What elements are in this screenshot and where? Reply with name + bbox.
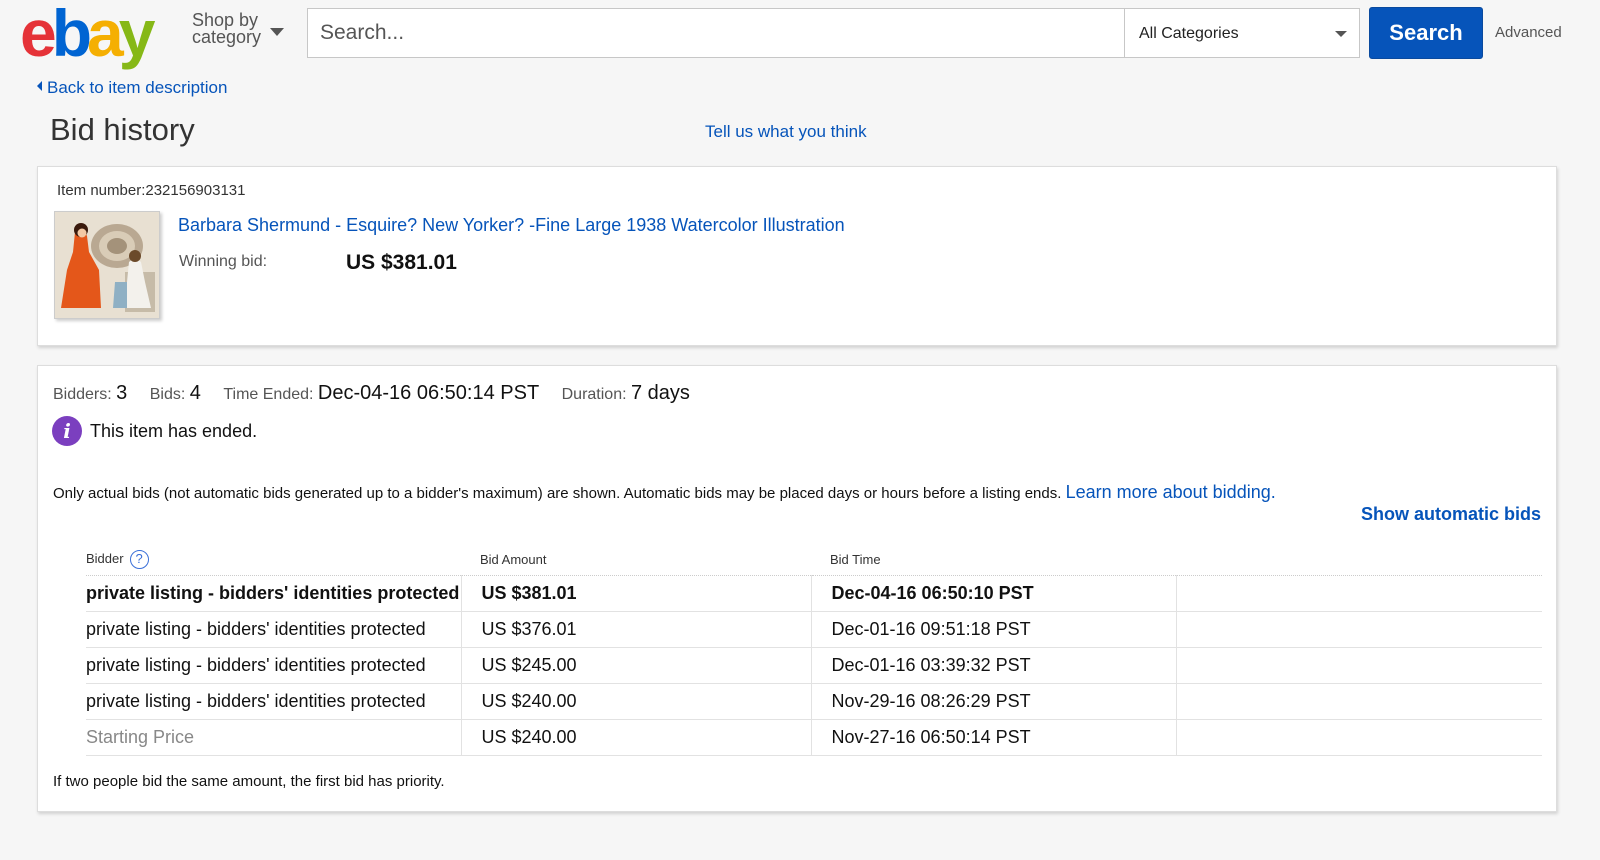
duration-value: 7 days: [631, 382, 690, 404]
bid-time-cell: Nov-29-16 08:26:29 PST: [811, 683, 1177, 720]
bidder-cell: private listing - bidders' identities pr…: [86, 611, 462, 648]
item-summary-card: Item number:232156903131 Barbara Shermun…: [37, 166, 1557, 346]
search-input-wrapper: [307, 8, 1124, 58]
table-row: private listing - bidders' identities pr…: [53, 647, 1542, 684]
item-ended-message: This item has ended.: [90, 420, 258, 441]
watercolor-thumbnail-image: [55, 212, 159, 318]
item-number-value: 232156903131: [145, 182, 246, 199]
auction-stats: Bidders: 3 Bids: 4 Time Ended: Dec-04-16…: [53, 382, 708, 405]
table-row: private listing - bidders' identities pr…: [53, 611, 1542, 648]
feedback-link[interactable]: Tell us what you think: [705, 122, 867, 142]
bids-value: 4: [189, 382, 201, 404]
winning-bid-value: US $381.01: [346, 251, 457, 274]
column-header-bid-time: Bid Time: [811, 542, 1176, 576]
bidder-cell: private listing - bidders' identities pr…: [86, 647, 462, 684]
bids-notice: Only actual bids (not automatic bids gen…: [53, 482, 1276, 503]
bidder-cell: Starting Price: [86, 719, 462, 756]
bidder-header-label: Bidder: [86, 550, 124, 566]
ebay-logo[interactable]: ebay: [20, 0, 155, 66]
winning-bid-label: Winning bid:: [179, 253, 268, 270]
search-button[interactable]: Search: [1369, 7, 1483, 59]
time-ended-value: Dec-04-16 06:50:14 PST: [317, 382, 540, 404]
show-automatic-bids-link[interactable]: Show automatic bids: [1361, 504, 1541, 525]
item-title-link[interactable]: Barbara Shermund - Esquire? New Yorker? …: [178, 215, 845, 236]
help-icon[interactable]: ?: [129, 550, 149, 569]
bid-history-table: Bidder? Bid Amount Bid Time private list…: [53, 542, 1542, 756]
bid-amount-cell: US $376.01: [461, 611, 812, 648]
back-to-item-link[interactable]: Back to item description: [37, 78, 227, 98]
bid-history-card: Bidders: 3 Bids: 4 Time Ended: Dec-04-16…: [37, 365, 1557, 812]
site-header: ebay Shop by category All Categories Sea…: [0, 0, 1600, 70]
search-input[interactable]: [308, 9, 1124, 57]
learn-more-bidding-link[interactable]: Learn more about bidding.: [1066, 482, 1276, 502]
bid-amount-cell: US $240.00: [461, 719, 812, 756]
bidders-label: Bidders:: [53, 386, 112, 403]
time-ended-label: Time Ended:: [223, 386, 314, 403]
shop-by-category-button[interactable]: Shop by category: [192, 11, 272, 46]
item-number-label: Item number:: [57, 182, 146, 199]
advanced-search-link[interactable]: Advanced: [1495, 24, 1562, 41]
bid-amount-cell: US $381.01: [461, 575, 812, 612]
item-thumbnail[interactable]: [54, 211, 160, 319]
category-selected-label: All Categories: [1139, 25, 1239, 42]
bidder-cell: private listing - bidders' identities pr…: [86, 683, 462, 720]
bid-time-cell: Dec-01-16 03:39:32 PST: [811, 647, 1177, 684]
chevron-left-icon: [37, 81, 42, 91]
bid-amount-cell: US $240.00: [461, 683, 812, 720]
category-select[interactable]: All Categories: [1124, 8, 1360, 58]
bid-time-cell: Dec-01-16 09:51:18 PST: [811, 611, 1177, 648]
item-number: Item number:232156903131: [57, 182, 245, 199]
table-row: private listing - bidders' identities pr…: [53, 683, 1542, 720]
table-row: private listing - bidders' identities pr…: [53, 575, 1542, 612]
bids-notice-text: Only actual bids (not automatic bids gen…: [53, 485, 1066, 502]
bidders-value: 3: [116, 382, 128, 404]
column-header-bidder: Bidder?: [86, 542, 461, 576]
table-header-row: Bidder? Bid Amount Bid Time: [53, 542, 1542, 576]
duration-label: Duration:: [561, 386, 627, 403]
info-icon: i: [52, 416, 82, 446]
bidder-cell: private listing - bidders' identities pr…: [86, 575, 462, 612]
item-ended-notice: i This item has ended.: [52, 416, 257, 446]
page-title: Bid history: [50, 112, 195, 147]
bids-label: Bids:: [149, 386, 186, 403]
bid-time-cell: Dec-04-16 06:50:10 PST: [811, 575, 1177, 612]
column-header-bid-amount: Bid Amount: [461, 542, 811, 576]
bid-time-cell: Nov-27-16 06:50:14 PST: [811, 719, 1177, 756]
chevron-down-icon: [1335, 31, 1347, 37]
back-link-label: Back to item description: [47, 78, 228, 97]
chevron-down-icon[interactable]: [270, 28, 284, 36]
bid-amount-cell: US $245.00: [461, 647, 812, 684]
tie-break-footnote: If two people bid the same amount, the f…: [53, 773, 445, 790]
table-row-starting-price: Starting Price US $240.00 Nov-27-16 06:5…: [53, 719, 1542, 756]
